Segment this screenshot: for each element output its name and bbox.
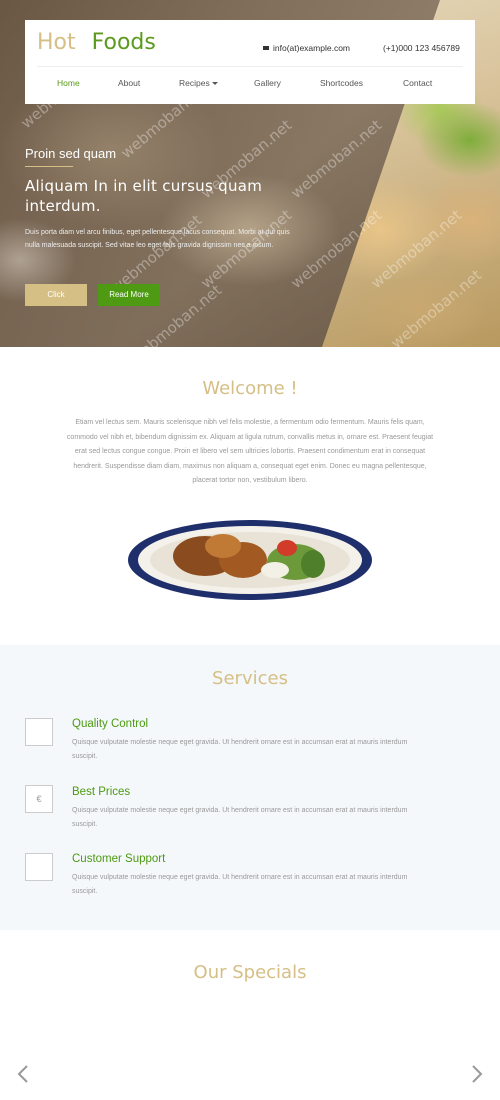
euro-icon: € — [36, 794, 42, 804]
chevron-left-icon[interactable] — [16, 1064, 30, 1084]
logo-word-hot: Hot — [37, 30, 76, 55]
service-desc-customer-support: Quisque vulputate molestie neque eget gr… — [72, 874, 408, 895]
service-title-customer-support: Customer Support — [72, 853, 166, 865]
nav-item-about[interactable]: About — [118, 78, 140, 88]
click-button[interactable]: Click — [25, 284, 87, 306]
nav-item-contact[interactable]: Contact — [403, 78, 432, 88]
service-desc-quality-control: Quisque vulputate molestie neque eget gr… — [72, 739, 408, 760]
caret-down-icon — [211, 82, 218, 85]
welcome-text: Etiam vel lectus sem. Mauris scelerisque… — [66, 419, 434, 484]
mail-icon — [263, 46, 269, 50]
main-nav: Home About Recipes Gallery Shortcodes Co… — [25, 78, 475, 92]
welcome-title: Welcome ! — [202, 378, 298, 399]
logo-word-foods: Foods — [91, 30, 156, 55]
hero-title: Aliquam In in elit cursus quam interdum. — [25, 177, 263, 215]
services-title: Services — [212, 668, 288, 689]
nav-item-recipes-label: Recipes — [179, 78, 210, 88]
nav-item-shortcodes[interactable]: Shortcodes — [320, 78, 363, 88]
chevron-right-icon[interactable] — [470, 1064, 484, 1084]
read-more-button[interactable]: Read More — [98, 284, 160, 306]
contact-phone: (+1)000 123 456789 — [383, 43, 460, 53]
blank-icon — [26, 719, 52, 745]
best-prices-icon-box: € — [25, 785, 53, 813]
service-title-quality-control: Quality Control — [72, 718, 149, 730]
customer-support-icon-box — [25, 853, 53, 881]
quality-control-icon-box — [25, 718, 53, 746]
header-divider — [37, 66, 463, 67]
nav-item-home[interactable]: Home — [57, 78, 80, 88]
hero-kicker: Proin sed quam — [25, 146, 117, 161]
hero-kicker-underline — [25, 166, 73, 167]
contact-email-text: info(at)example.com — [273, 43, 351, 53]
site-header: Hot Foods info(at)example.com (+1)000 123… — [25, 20, 475, 104]
nav-item-recipes[interactable]: Recipes — [179, 78, 218, 88]
site-logo[interactable]: Hot Foods — [37, 30, 156, 55]
food-plate-image — [128, 520, 372, 600]
hero-description: Duis porta diam vel arcu finibus, eget p… — [25, 229, 290, 249]
blank-icon — [26, 854, 52, 880]
nav-item-gallery[interactable]: Gallery — [254, 78, 281, 88]
service-desc-best-prices: Quisque vulputate molestie neque eget gr… — [72, 807, 408, 828]
contact-email[interactable]: info(at)example.com — [263, 43, 350, 53]
service-title-best-prices: Best Prices — [72, 786, 131, 798]
specials-title: Our Specials — [193, 962, 307, 983]
